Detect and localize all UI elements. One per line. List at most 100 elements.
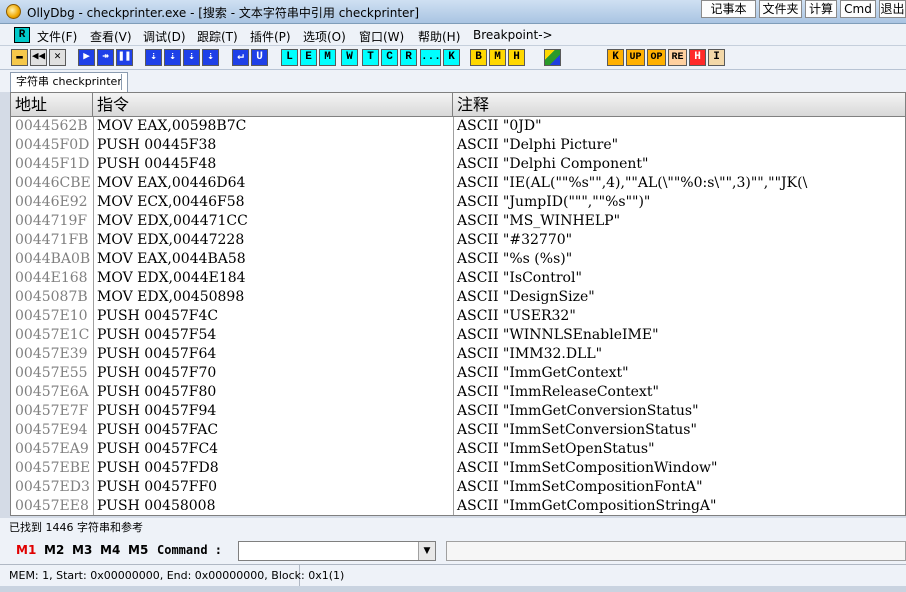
table-row[interactable]: 0044562B MOV EAX,00598B7C ASCII "0JD" [11, 117, 905, 136]
comment-cell: ASCII "JumpID(""",""%s"")" [457, 194, 651, 210]
table-row[interactable]: 00445F0D PUSH 00445F38 ASCII "Delphi Pictu… [11, 136, 905, 155]
log-window-icon[interactable]: L [281, 49, 298, 66]
menu-help[interactable]: 帮助(H) [418, 28, 460, 45]
table-row[interactable]: 0044719F MOV EDX,004471CC ASCII "MS_WINHEL… [11, 212, 905, 231]
modules-window-icon[interactable]: E [300, 49, 317, 66]
hardware-breakpoints-icon[interactable]: H [508, 49, 525, 66]
table-row[interactable]: 00457EBE PUSH 00457FD8 ASCII "ImmSetCompos… [11, 459, 905, 478]
table-row[interactable]: 00457E6A PUSH 00457F80 ASCII "ImmReleaseCo… [11, 383, 905, 402]
menu-options[interactable]: 选项(O) [303, 28, 346, 45]
references-window-icon[interactable]: R [400, 49, 417, 66]
instruction-cell: MOV EDX,00450898 [97, 289, 245, 305]
menu-plugins[interactable]: 插件(P) [250, 28, 291, 45]
close-icon[interactable]: ✕ [49, 49, 66, 66]
table-row[interactable]: 0044BA0B MOV EAX,0044BA58 ASCII "%s (%s)" [11, 250, 905, 269]
table-row[interactable]: 00457E1C PUSH 00457F54 ASCII "WINNLSEnable… [11, 326, 905, 345]
step-into-icon[interactable]: ⇣ [145, 49, 162, 66]
menu-breakpoint[interactable]: Breakpoint-> [473, 28, 553, 42]
breakpoints-window-icon[interactable]: B [470, 49, 487, 66]
search-status: 已找到 1446 字符串和参考 [0, 518, 906, 538]
table-row[interactable]: 00457E55 PUSH 00457F70 ASCII "ImmGetContex… [11, 364, 905, 383]
column-header-instruction[interactable]: 指令 [93, 93, 453, 117]
table-row[interactable]: 00446CBE MOV EAX,00446D64 ASCII "IE(AL(""%… [11, 174, 905, 193]
calc-button[interactable]: 计算 [805, 0, 837, 18]
m1-button[interactable]: M1 [16, 543, 36, 557]
instruction-cell: PUSH 00445F48 [97, 156, 217, 172]
animate-into-icon[interactable]: ⇣ [183, 49, 200, 66]
menu-trace[interactable]: 跟踪(T) [197, 28, 238, 45]
comment-cell: ASCII "Delphi Component" [457, 156, 649, 172]
table-row[interactable]: 00445F1D PUSH 00445F48 ASCII "Delphi Compo… [11, 155, 905, 174]
table-row[interactable]: 00446E92 MOV ECX,00446F58 ASCII "JumpID(""… [11, 193, 905, 212]
m5-button[interactable]: M5 [128, 543, 148, 557]
table-row[interactable]: 00457E94 PUSH 00457FAC ASCII "ImmSetConver… [11, 421, 905, 440]
menu-file[interactable]: 文件(F) [37, 28, 77, 45]
table-row[interactable]: 00457E10 PUSH 00457F4C ASCII "USER32" [11, 307, 905, 326]
r-icon[interactable]: R [14, 27, 30, 43]
column-header-comment[interactable]: 注释 [453, 93, 905, 117]
address-cell: 00457EA9 [15, 441, 89, 457]
table-row[interactable]: 00457E39 PUSH 00457F64 ASCII "IMM32.DLL" [11, 345, 905, 364]
table-row[interactable]: 0044E168 MOV EDX,0044E184 ASCII "IsControl… [11, 269, 905, 288]
open-folder-icon[interactable]: ▬ [11, 49, 28, 66]
step-over-icon[interactable]: ⇣ [164, 49, 181, 66]
table-row[interactable]: 00457EE8 PUSH 00458008 ASCII "ImmGetCompos… [11, 497, 905, 515]
strings-table[interactable]: 地址 指令 注释 0044562B MOV EAX,00598B7C ASCII "… [10, 92, 906, 516]
run-thread-icon[interactable]: ↠ [97, 49, 114, 66]
run-icon[interactable]: ▶ [78, 49, 95, 66]
m3-button[interactable]: M3 [72, 543, 92, 557]
h-plugin-icon[interactable]: H [689, 49, 706, 66]
title-bar: OllyDbg - checkprinter.exe - [搜索 - 文本字符串… [0, 0, 906, 24]
rewind-icon[interactable]: ◀◀ [30, 49, 47, 66]
execute-till-user-icon[interactable]: U [251, 49, 268, 66]
notepad-button[interactable]: 记事本 [701, 0, 756, 18]
address-cell: 00457EE8 [15, 498, 89, 514]
instruction-cell: PUSH 00457F94 [97, 403, 217, 419]
menu-view[interactable]: 查看(V) [90, 28, 132, 45]
chevron-down-icon[interactable]: ▼ [418, 542, 435, 560]
k-plugin-icon[interactable]: K [607, 49, 624, 66]
instruction-cell: MOV EDX,00447228 [97, 232, 245, 248]
address-cell: 00445F0D [15, 137, 90, 153]
table-row[interactable]: 00457EA9 PUSH 00457FC4 ASCII "ImmSetOpenSt… [11, 440, 905, 459]
exit-button[interactable]: 退出 [879, 0, 906, 18]
table-row[interactable]: 0045087B MOV EDX,00450898 ASCII "DesignSiz… [11, 288, 905, 307]
command-input[interactable]: ▼ [238, 541, 436, 561]
address-cell: 0044719F [15, 213, 88, 229]
column-header-address[interactable]: 地址 [11, 93, 93, 117]
pause-icon[interactable]: ❚❚ [116, 49, 133, 66]
comment-cell: ASCII "ImmSetOpenStatus" [457, 441, 655, 457]
up-plugin-icon[interactable]: UP [626, 49, 645, 66]
tab-separator [121, 74, 122, 90]
run-trace-window-icon[interactable]: ... [420, 49, 441, 66]
table-row[interactable]: 00457E7F PUSH 00457F94 ASCII "ImmGetConver… [11, 402, 905, 421]
address-cell: 00457E39 [15, 346, 88, 362]
re-plugin-icon[interactable]: RE [668, 49, 687, 66]
i-plugin-icon[interactable]: I [708, 49, 725, 66]
animate-over-icon[interactable]: ⇣ [202, 49, 219, 66]
menu-bar: R 文件(F) 查看(V) 调试(D) 跟踪(T) 插件(P) 选项(O) 窗口… [0, 24, 906, 46]
windows-window-icon[interactable]: W [341, 49, 358, 66]
folder-button[interactable]: 文件夹 [759, 0, 802, 18]
options-grid-icon[interactable] [544, 49, 561, 66]
memory-window-icon[interactable]: M [319, 49, 336, 66]
cmd-button[interactable]: Cmd [840, 0, 876, 18]
cpu-window-icon[interactable]: C [381, 49, 398, 66]
m4-button[interactable]: M4 [100, 543, 120, 557]
menu-window[interactable]: 窗口(W) [359, 28, 404, 45]
window-bottom-edge [0, 586, 906, 592]
threads-window-icon[interactable]: T [362, 49, 379, 66]
comment-cell: ASCII "ImmGetConversionStatus" [457, 403, 699, 419]
table-row[interactable]: 004471FB MOV EDX,00447228 ASCII "#32770" [11, 231, 905, 250]
execute-till-return-icon[interactable]: ↵ [232, 49, 249, 66]
address-cell: 00457E10 [15, 308, 88, 324]
menu-debug[interactable]: 调试(D) [143, 28, 186, 45]
op-plugin-icon[interactable]: OP [647, 49, 666, 66]
table-row[interactable]: 00457ED3 PUSH 00457FF0 ASCII "ImmSetCompos… [11, 478, 905, 497]
call-stack-window-icon[interactable]: K [443, 49, 460, 66]
memory-breakpoints-icon[interactable]: M [489, 49, 506, 66]
address-cell: 00457E7F [15, 403, 89, 419]
table-body: 0044562B MOV EAX,00598B7C ASCII "0JD" 00445… [11, 117, 905, 515]
m2-button[interactable]: M2 [44, 543, 64, 557]
tab-strings[interactable]: 字符串 checkprinter [10, 72, 128, 92]
